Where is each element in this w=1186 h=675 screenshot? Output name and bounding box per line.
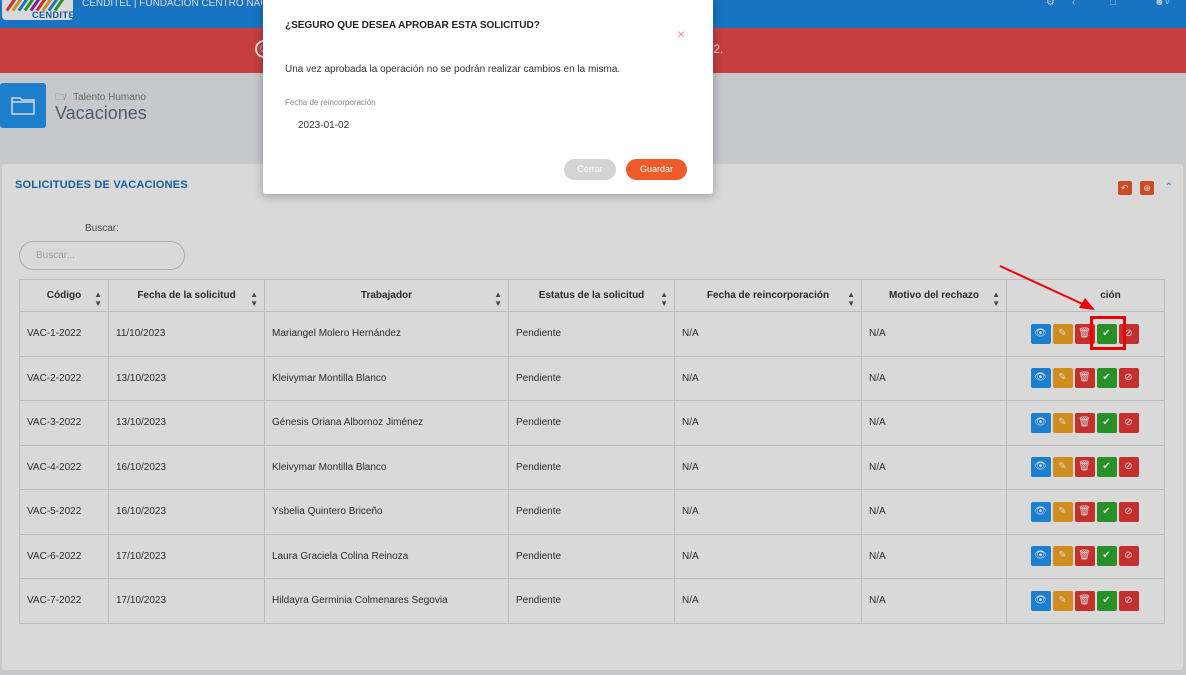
- save-button[interactable]: Guardar: [626, 159, 687, 180]
- red-arrow-icon: [999, 265, 1095, 310]
- approve-dialog: ¿SEGURO QUE DESEA APROBAR ESTA SOLICITUD…: [263, 0, 713, 194]
- cancel-button[interactable]: Cerrar: [564, 159, 616, 180]
- dialog-title: ¿SEGURO QUE DESEA APROBAR ESTA SOLICITUD…: [285, 20, 540, 31]
- dialog-message: Una vez aprobada la operación no se podr…: [285, 64, 621, 75]
- return-date-label: Fecha de reincorporación: [285, 98, 376, 107]
- return-date-field[interactable]: 2023-01-02: [298, 120, 349, 131]
- close-icon[interactable]: ×: [677, 26, 685, 42]
